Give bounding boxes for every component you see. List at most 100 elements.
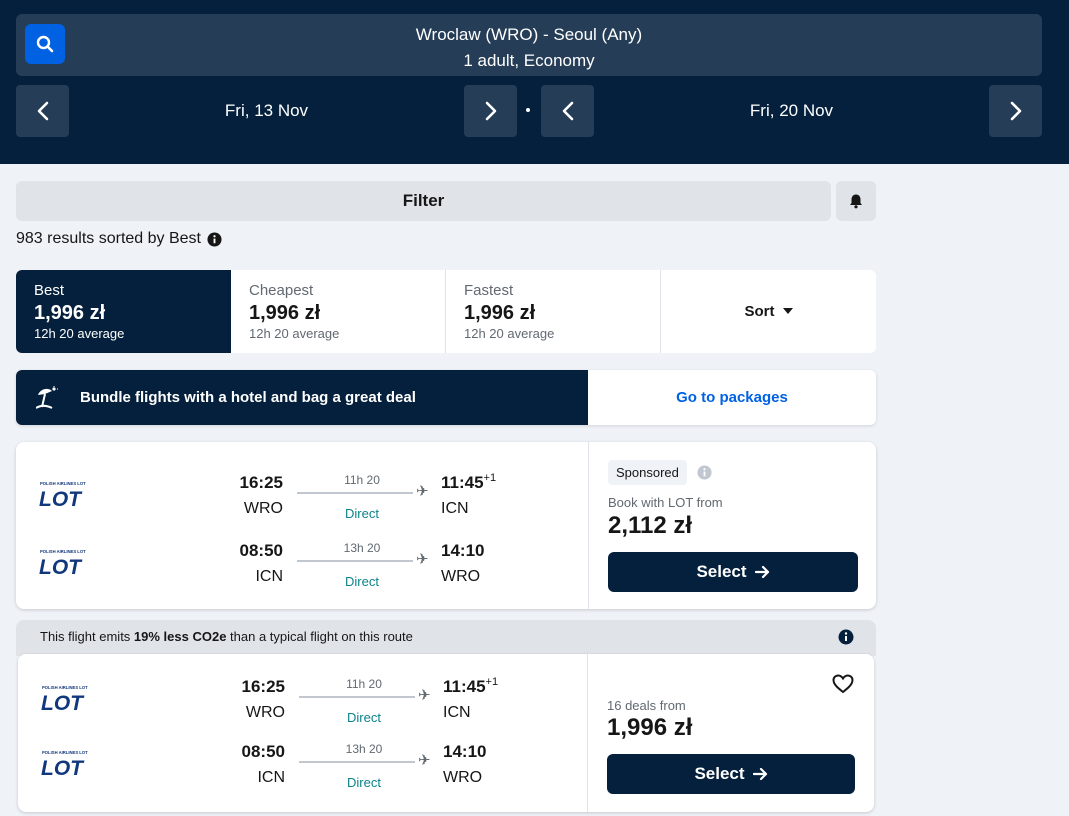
depart-date[interactable]: Fri, 13 Nov (69, 85, 464, 137)
flight-line (297, 492, 413, 494)
sort-dropdown[interactable]: Sort (661, 270, 876, 353)
depart-next-day-button[interactable] (464, 85, 517, 137)
route-text: Wroclaw (WRO) - Seoul (Any) (415, 25, 643, 44)
tab-price: 1,996 zł (34, 302, 106, 324)
itinerary: POLISH AIRLINES LOT LOT 16:25 WRO 11h 20… (18, 654, 588, 812)
flight-line (299, 761, 415, 763)
select-button[interactable]: Select (608, 552, 858, 592)
emissions-text: This flight emits 19% less CO2e than a t… (40, 629, 413, 644)
lot-airline-logo: POLISH AIRLINES LOT LOT (41, 685, 88, 712)
stops-label: Direct (347, 775, 381, 790)
go-to-packages-link[interactable]: Go to packages (588, 370, 876, 425)
sort-label: Sort (744, 303, 775, 320)
departure-airport: ICN (255, 568, 283, 585)
departure-time: 08:50 (239, 541, 283, 560)
price: 1,996 zł (607, 714, 693, 741)
lot-airline-logo: POLISH AIRLINES LOT LOT (39, 549, 86, 576)
info-icon[interactable] (838, 629, 854, 645)
emissions-highlight: 19% less CO2e (133, 629, 227, 644)
return-prev-day-button[interactable] (541, 85, 594, 137)
chevron-right-icon (1010, 101, 1021, 121)
tab-best[interactable]: Best 1,996 zł 12h 20 average (16, 270, 231, 353)
arrival-time: 11:45+1 (441, 472, 496, 494)
flight-duration: 13h 20 (345, 742, 383, 756)
search-header: Wroclaw (WRO) - Seoul (Any) 1 adult, Eco… (0, 0, 1069, 164)
emissions-prefix: This flight emits (40, 629, 134, 644)
arrival-time: 11:45+1 (443, 676, 498, 698)
passengers-text: 1 adult, Economy (463, 51, 595, 70)
results-count-text: 983 results sorted by Best (16, 230, 201, 247)
stops-label: Direct (347, 710, 381, 725)
arrival-time: 14:10 (443, 742, 487, 761)
chevron-right-icon (485, 101, 496, 121)
bundle-message: Bundle flights with a hotel and bag a gr… (16, 370, 588, 425)
tab-fastest[interactable]: Fastest 1,996 zł 12h 20 average (446, 270, 661, 353)
price-panel: 16 deals from 1,996 zł Select (589, 654, 874, 812)
arrival-time-value: 11:45 (443, 677, 486, 696)
filter-button[interactable]: Filter (16, 181, 831, 221)
return-next-day-button[interactable] (989, 85, 1042, 137)
arrival-time: 14:10 (441, 541, 485, 560)
emissions-suffix: than a typical flight on this route (226, 629, 413, 644)
select-label: Select (696, 562, 747, 581)
stops-label: Direct (345, 506, 379, 521)
inbound-leg: POLISH AIRLINES LOT LOT 08:50 ICN 13h 20… (18, 741, 591, 801)
price-alert-button[interactable] (836, 181, 876, 221)
svg-text:LOT: LOT (41, 757, 85, 777)
outbound-leg: POLISH AIRLINES LOT LOT 16:25 WRO 11h 20… (16, 472, 589, 532)
departure-time: 16:25 (239, 473, 283, 492)
departure-airport: WRO (245, 704, 285, 721)
date-separator (526, 108, 530, 112)
plane-icon: ✈ (416, 551, 429, 568)
return-date[interactable]: Fri, 20 Nov (594, 85, 989, 137)
route-summary: Wroclaw (WRO) - Seoul (Any) 1 adult, Eco… (16, 22, 1042, 74)
tab-title: Cheapest (249, 282, 314, 299)
price-from-label: Book with LOT from (608, 495, 723, 510)
price-panel: Sponsored Book with LOT from 2,112 zł Se… (590, 442, 876, 609)
day-offset: +1 (483, 472, 497, 484)
bundle-text: Bundle flights with a hotel and bag a gr… (80, 389, 416, 406)
departure-time: 16:25 (241, 677, 285, 696)
flight-line (297, 560, 413, 562)
caret-down-icon (782, 308, 793, 314)
inbound-leg: POLISH AIRLINES LOT LOT 08:50 ICN 13h 20… (16, 540, 589, 600)
plane-icon: ✈ (418, 687, 431, 704)
bell-icon (850, 194, 862, 209)
lot-airline-logo: POLISH AIRLINES LOT LOT (41, 750, 88, 777)
price: 2,112 zł (608, 512, 693, 539)
stops-label: Direct (345, 574, 379, 589)
logo-caption: POLISH AIRLINES LOT (42, 750, 88, 755)
info-icon[interactable] (697, 465, 712, 480)
departure-time: 08:50 (241, 742, 285, 761)
heart-icon[interactable] (832, 674, 854, 694)
outbound-leg: POLISH AIRLINES LOT LOT 16:25 WRO 11h 20… (18, 676, 591, 736)
departure-airport: ICN (257, 769, 285, 786)
svg-text:LOT: LOT (39, 556, 83, 576)
logo-caption: POLISH AIRLINES LOT (40, 481, 86, 486)
depart-prev-day-button[interactable] (16, 85, 69, 137)
result-card[interactable]: POLISH AIRLINES LOT LOT 16:25 WRO 11h 20… (18, 654, 874, 812)
tab-title: Best (34, 282, 65, 299)
arrival-airport: ICN (441, 500, 469, 517)
info-icon[interactable] (207, 231, 222, 247)
arrow-right-icon (752, 767, 767, 781)
beach-umbrella-icon (36, 385, 58, 409)
lot-airline-logo: POLISH AIRLINES LOT LOT (39, 481, 86, 508)
search-summary-bar[interactable]: Wroclaw (WRO) - Seoul (Any) 1 adult, Eco… (16, 14, 1042, 76)
result-card[interactable]: POLISH AIRLINES LOT LOT 16:25 WRO 11h 20… (16, 442, 876, 609)
arrival-time-value: 11:45 (441, 473, 484, 492)
day-offset: +1 (485, 676, 499, 688)
logo-caption: POLISH AIRLINES LOT (42, 685, 88, 690)
plane-icon: ✈ (418, 752, 431, 769)
flight-duration: 13h 20 (343, 541, 381, 555)
svg-text:LOT: LOT (39, 488, 83, 508)
arrival-airport: ICN (443, 704, 471, 721)
tab-duration: 12h 20 average (464, 326, 555, 341)
chevron-left-icon (562, 101, 573, 121)
logo-caption: POLISH AIRLINES LOT (40, 549, 86, 554)
select-button[interactable]: Select (607, 754, 855, 794)
tab-cheapest[interactable]: Cheapest 1,996 zł 12h 20 average (231, 270, 446, 353)
results-summary: 983 results sorted by Best (16, 229, 222, 249)
itinerary: POLISH AIRLINES LOT LOT 16:25 WRO 11h 20… (16, 442, 589, 609)
sponsored-row: Sponsored (608, 460, 712, 485)
